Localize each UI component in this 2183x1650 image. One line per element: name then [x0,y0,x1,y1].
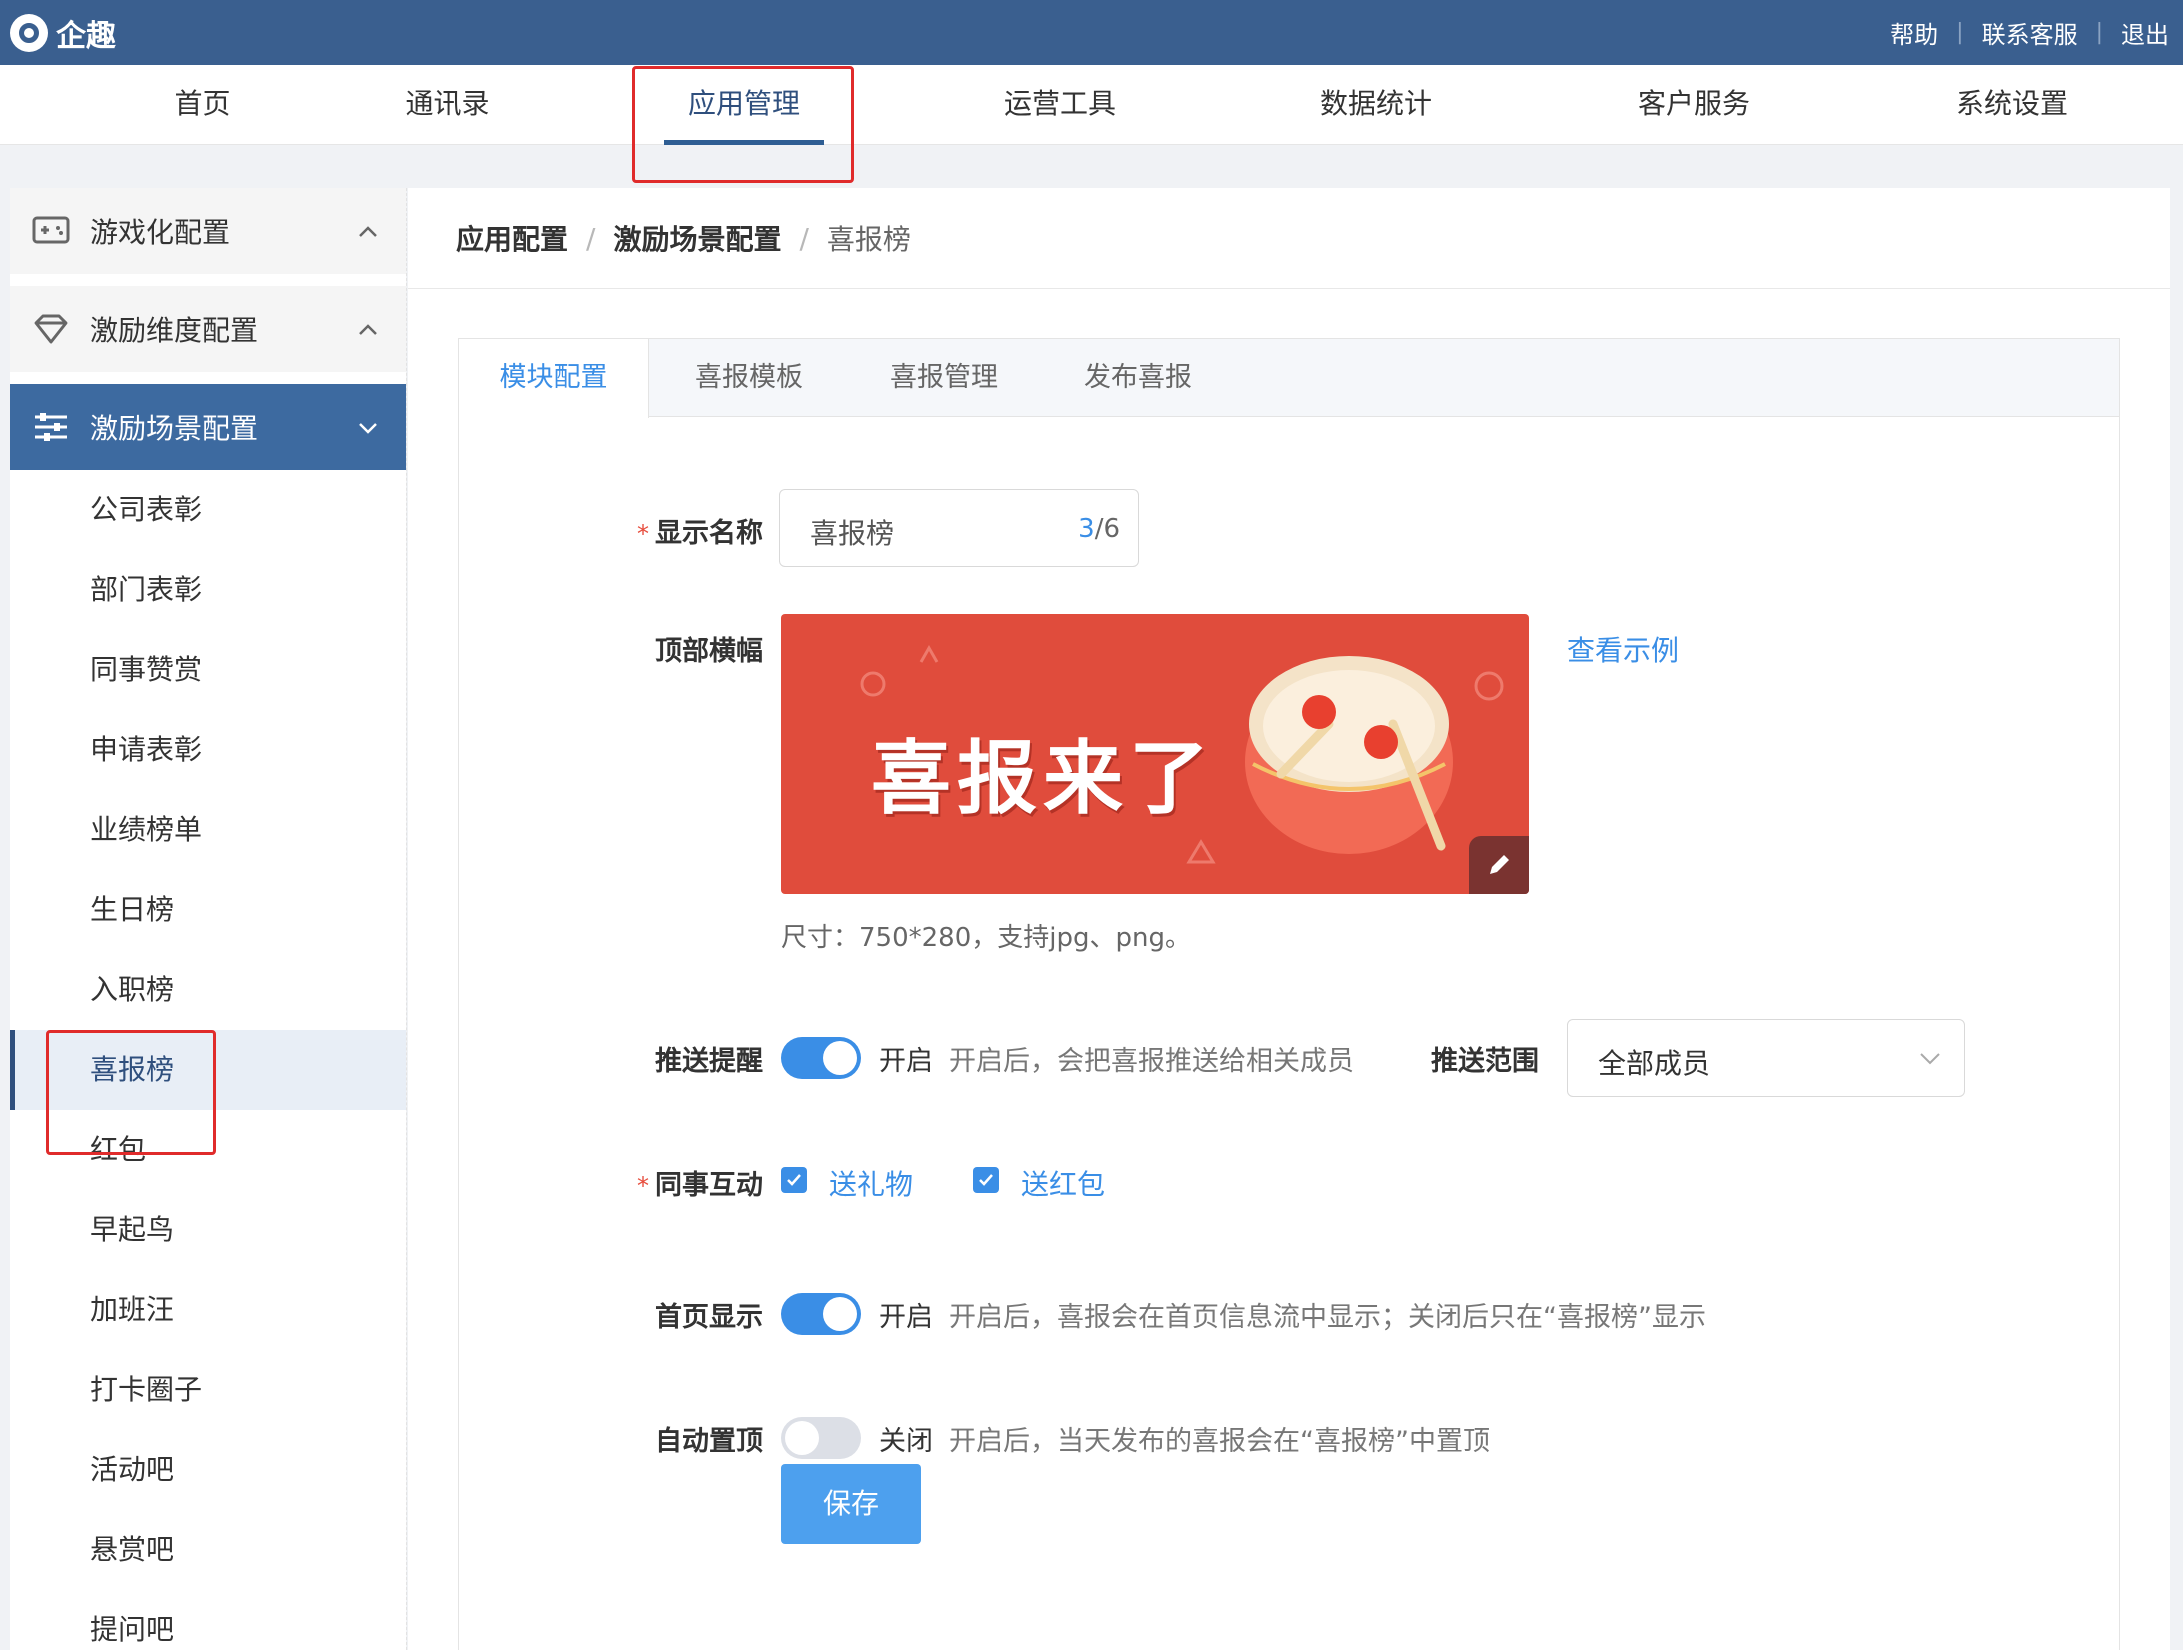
nav-contacts[interactable]: 通讯录 [385,65,510,145]
banner-title: 喜报来了 [871,732,1215,825]
send-red-packet-checkbox[interactable] [973,1167,999,1193]
view-example-link[interactable]: 查看示例 [1567,629,1679,669]
sidebar-item-overtime[interactable]: 加班汪 [10,1270,406,1350]
check-icon [979,1174,993,1186]
top-bar: 企趣 帮助 | 联系客服 | 退出 [0,0,2183,65]
sidebar: 游戏化配置 激励维度配置 激励场景配置 公司表彰 部门表彰 同事赞赏 申请表彰 … [10,188,406,1650]
homepage-display-state: 开启 [879,1302,933,1333]
sidebar-item-birthday-list[interactable]: 生日榜 [10,870,406,950]
sidebar-item-activity[interactable]: 活动吧 [10,1430,406,1510]
push-reminder-toggle[interactable] [781,1037,861,1079]
sidebar-item-performance-list[interactable]: 业绩榜单 [10,790,406,870]
display-name-value: 喜报榜 [810,517,895,550]
breadcrumb-separator: / [799,221,809,255]
sidebar-item-dept-commendation[interactable]: 部门表彰 [10,550,406,630]
nav-settings[interactable]: 系统设置 [1932,65,2092,145]
sidebar-group-label: 激励场景配置 [90,412,259,445]
top-links: 帮助 | 联系客服 | 退出 [1890,0,2169,65]
edit-banner-button[interactable] [1469,836,1529,894]
nav-statistics[interactable]: 数据统计 [1296,65,1456,145]
contact-support-link[interactable]: 联系客服 [1982,15,2078,50]
auto-pin-desc: 开启后，当天发布的喜报会在“喜报榜”中置顶 [949,1426,1490,1457]
sidebar-item-company-commendation[interactable]: 公司表彰 [10,470,406,550]
sidebar-item-early-bird[interactable]: 早起鸟 [10,1190,406,1270]
tab-template[interactable]: 喜报模板 [654,339,844,417]
send-gift-checkbox[interactable] [781,1167,807,1193]
chevron-down-icon [359,423,377,434]
char-counter: 3/6 [1078,514,1120,544]
sidebar-item-colleague-praise[interactable]: 同事赞赏 [10,630,406,710]
banner-label: 顶部横幅 [655,636,763,667]
logo-icon [10,14,48,52]
help-link[interactable]: 帮助 [1890,15,1938,50]
push-reminder-desc: 开启后，会把喜报推送给相关成员 [949,1046,1354,1077]
display-name-input[interactable]: 喜报榜 3/6 [779,489,1139,567]
chevron-up-icon [359,226,377,237]
display-name-label: * 显示名称 [637,518,763,549]
sidebar-group-incentive-scene[interactable]: 激励场景配置 [10,384,406,470]
required-mark: * [637,520,649,548]
tab-publish[interactable]: 发布喜报 [1043,339,1233,417]
diamond-icon [34,314,68,344]
push-range-select[interactable]: 全部成员 [1567,1019,1965,1097]
push-range-value: 全部成员 [1598,1047,1711,1080]
breadcrumb-separator: / [586,221,596,255]
breadcrumb: 应用配置 / 激励场景配置 / 喜报榜 [456,218,911,258]
sidebar-item-bounty[interactable]: 悬赏吧 [10,1510,406,1590]
sidebar-item-questions[interactable]: 提问吧 [10,1590,406,1650]
banner-image[interactable]: 喜报来了 [781,614,1529,894]
tab-management[interactable]: 喜报管理 [849,339,1039,417]
main-nav: 首页 通讯录 应用管理 运营工具 数据统计 客户服务 系统设置 [0,65,2183,145]
chevron-up-icon [359,324,377,335]
breadcrumb-incentive-scene[interactable]: 激励场景配置 [613,218,781,258]
breadcrumb-app-config[interactable]: 应用配置 [456,218,568,258]
sidebar-group-gamification[interactable]: 游戏化配置 [10,188,406,274]
tab-bar: 模块配置 喜报模板 喜报管理 发布喜报 [459,339,2119,418]
banner-size-hint: 尺寸：750*280，支持jpg、png。 [781,923,1191,953]
app-name: 企趣 [56,19,116,54]
tab-module-config[interactable]: 模块配置 [459,339,649,418]
homepage-display-desc: 开启后，喜报会在首页信息流中显示；关闭后只在“喜报榜”显示 [949,1302,1706,1333]
push-range-label: 推送范围 [1431,1046,1539,1077]
divider: | [2095,20,2103,45]
auto-pin-label: 自动置顶 [655,1426,763,1457]
pencil-icon [1490,855,1509,874]
sidebar-group-label: 游戏化配置 [90,216,231,249]
main-content: 应用配置 / 激励场景配置 / 喜报榜 模块配置 喜报模板 喜报管理 发布喜报 … [408,188,2170,1650]
send-red-packet-label[interactable]: 送红包 [1021,1163,1105,1203]
chevron-down-icon [1920,1053,1940,1065]
homepage-display-toggle[interactable] [781,1293,861,1335]
sidebar-item-checkin-circle[interactable]: 打卡圈子 [10,1350,406,1430]
divider [408,288,2170,289]
save-button[interactable]: 保存 [781,1464,921,1544]
divider: | [1956,20,1964,45]
highlight-box-nav [632,66,854,183]
required-mark: * [637,1172,649,1200]
sidebar-group-incentive-dimension[interactable]: 激励维度配置 [10,286,406,372]
sidebar-divider [406,188,407,1650]
check-icon [787,1174,801,1186]
nav-customer-service[interactable]: 客户服务 [1614,65,1774,145]
auto-pin-toggle[interactable] [781,1417,861,1459]
sidebar-group-label: 激励维度配置 [90,314,259,347]
app-logo[interactable]: 企趣 [10,12,116,54]
push-reminder-label: 推送提醒 [655,1046,763,1077]
auto-pin-state: 关闭 [879,1426,933,1457]
send-gift-label[interactable]: 送礼物 [829,1163,913,1203]
sidebar-item-apply-commendation[interactable]: 申请表彰 [10,710,406,790]
sliders-icon [35,413,67,441]
nav-operation-tools[interactable]: 运营工具 [980,65,1140,145]
gamepad-icon [32,216,70,244]
breadcrumb-current: 喜报榜 [826,223,911,256]
config-card: 模块配置 喜报模板 喜报管理 发布喜报 *显示名称 喜报榜 3/6 顶部横幅 [458,338,2120,1650]
push-reminder-state: 开启 [879,1046,933,1077]
highlight-box-sidebar [46,1030,216,1155]
homepage-display-label: 首页显示 [655,1302,763,1333]
logout-link[interactable]: 退出 [2121,15,2169,50]
nav-home[interactable]: 首页 [140,65,265,145]
sidebar-item-onboarding-list[interactable]: 入职榜 [10,950,406,1030]
interaction-label: * 同事互动 [637,1170,763,1201]
